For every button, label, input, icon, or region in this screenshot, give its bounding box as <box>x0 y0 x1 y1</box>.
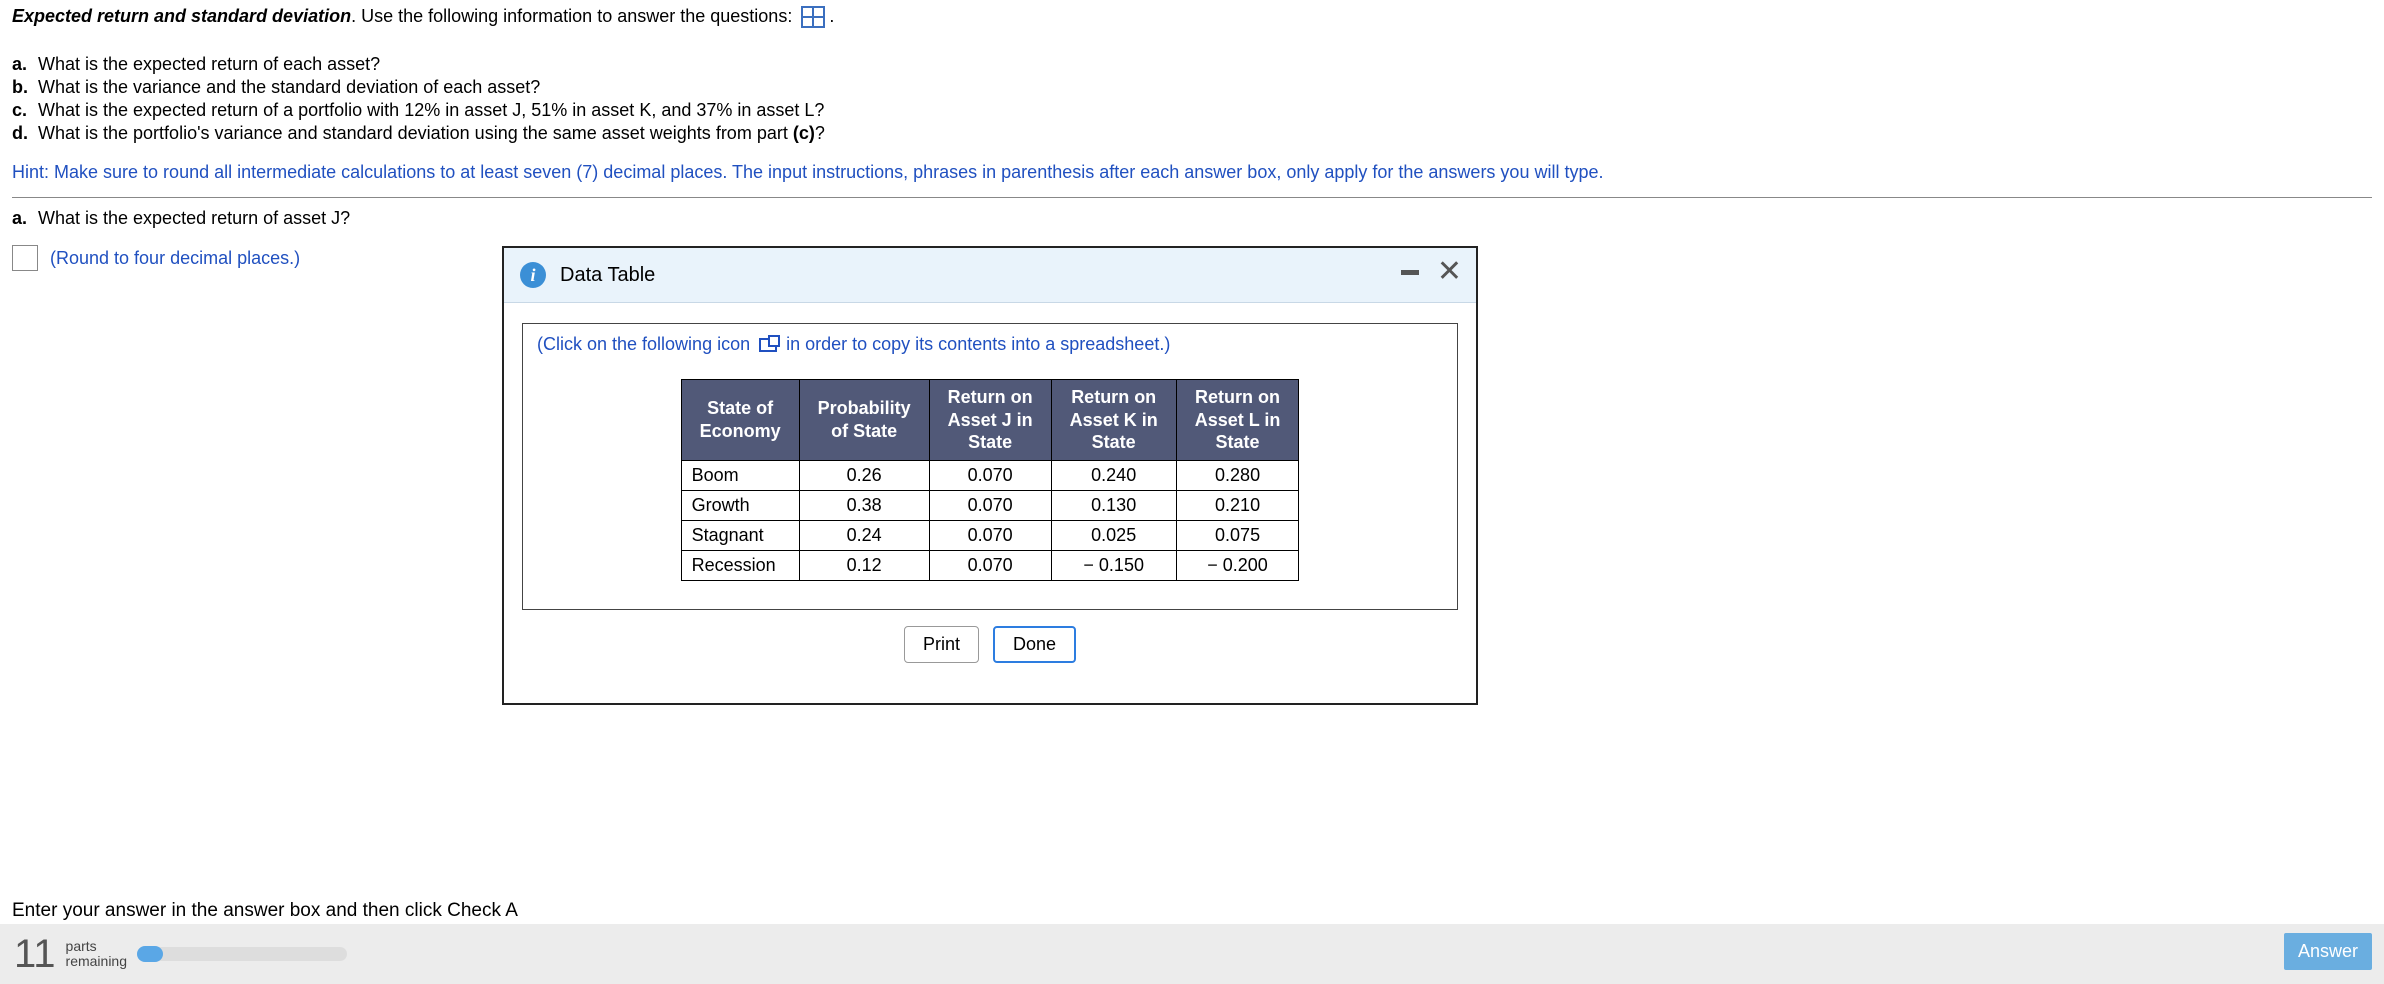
progress-bar <box>137 947 347 961</box>
copy-icon[interactable] <box>759 338 777 352</box>
current-question: a.What is the expected return of asset J… <box>12 208 2372 229</box>
title-bold: Expected return and standard deviation <box>12 6 351 26</box>
page-title: Expected return and standard deviation. … <box>12 6 2372 28</box>
table-row: Stagnant 0.24 0.070 0.025 0.075 <box>681 520 1299 550</box>
info-icon: i <box>520 262 546 288</box>
question-list: a.What is the expected return of each as… <box>12 54 2372 144</box>
separator <box>12 197 2372 198</box>
round-note: (Round to four decimal places.) <box>50 248 300 269</box>
hint-text: Hint: Make sure to round all intermediat… <box>12 162 2372 183</box>
minimize-icon[interactable] <box>1401 270 1419 275</box>
table-row: Growth 0.38 0.070 0.130 0.210 <box>681 490 1299 520</box>
remaining-label: remaining <box>66 954 127 969</box>
title-period: . <box>829 6 834 26</box>
bottom-bar: 11 parts remaining <box>0 924 2384 984</box>
table-row: Boom 0.26 0.070 0.240 0.280 <box>681 460 1299 490</box>
copy-instruction: (Click on the following icon in order to… <box>537 334 1443 355</box>
parts-count: 11 <box>14 934 56 974</box>
bottom-instruction: Enter your answer in the answer box and … <box>0 894 530 928</box>
col-j: Return onAsset J inState <box>929 380 1051 461</box>
col-k: Return onAsset K inState <box>1051 380 1176 461</box>
modal-header: i Data Table ✕ <box>504 248 1476 303</box>
table-row: Recession 0.12 0.070 − 0.150 − 0.200 <box>681 550 1299 580</box>
data-table-modal: i Data Table ✕ (Click on the following i… <box>502 246 1478 705</box>
close-icon[interactable]: ✕ <box>1437 262 1462 282</box>
spreadsheet-icon[interactable] <box>801 6 825 28</box>
progress-fill <box>137 946 163 962</box>
col-prob: Probabilityof State <box>799 380 929 461</box>
answer-button[interactable]: Answer <box>2284 933 2372 970</box>
question-d: d.What is the portfolio's variance and s… <box>12 123 2372 144</box>
question-b: b.What is the variance and the standard … <box>12 77 2372 98</box>
modal-title: Data Table <box>560 264 655 287</box>
parts-label: parts <box>66 939 127 954</box>
question-a: a.What is the expected return of each as… <box>12 54 2372 75</box>
title-rest: . Use the following information to answe… <box>351 6 797 26</box>
done-button[interactable]: Done <box>993 626 1076 663</box>
question-c: c.What is the expected return of a portf… <box>12 100 2372 121</box>
print-button[interactable]: Print <box>904 626 979 663</box>
col-state: State ofEconomy <box>681 380 799 461</box>
col-l: Return onAsset L inState <box>1176 380 1299 461</box>
answer-input[interactable] <box>12 245 38 271</box>
data-table: State ofEconomy Probabilityof State Retu… <box>681 379 1300 581</box>
